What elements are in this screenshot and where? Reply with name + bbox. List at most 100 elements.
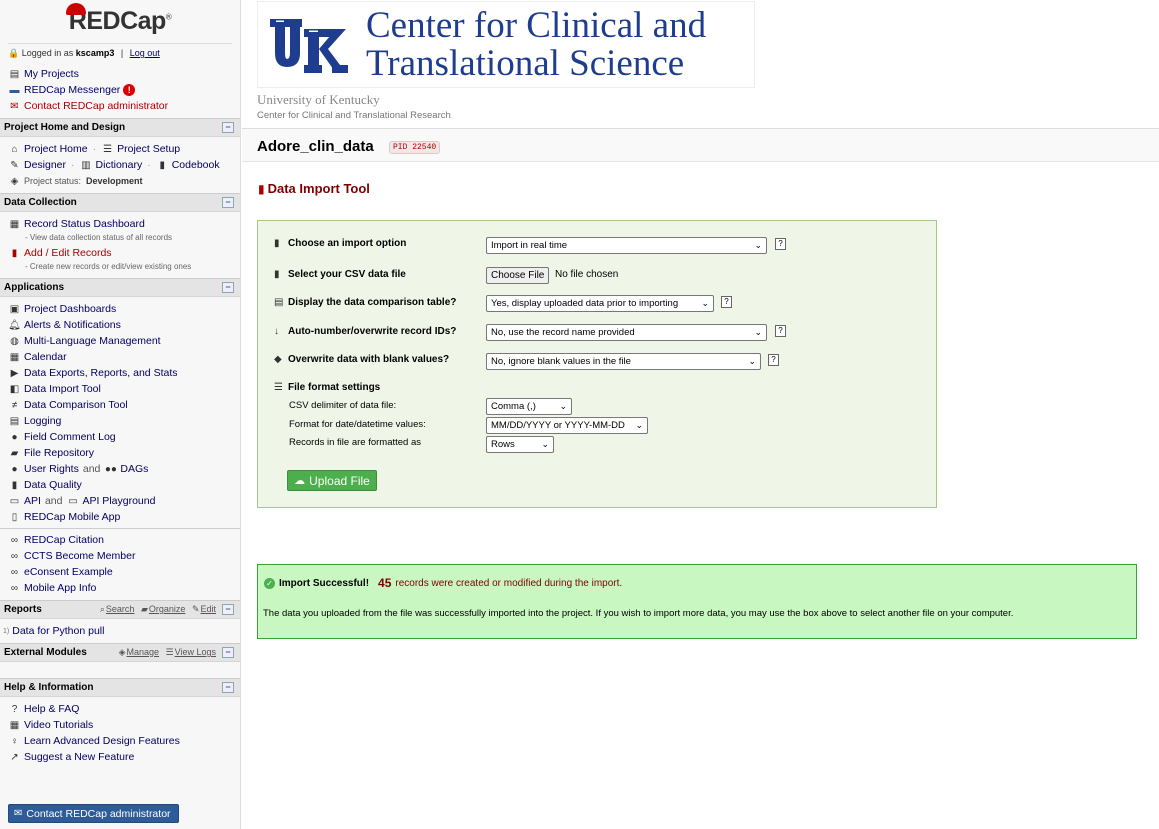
calendar-icon: ▦	[9, 351, 20, 363]
edit-icon: ✎	[10, 159, 19, 171]
autonumber-select[interactable]: No, use the record name provided ⌄	[486, 324, 767, 341]
messenger-alert-badge: !	[123, 84, 136, 96]
file-csv-icon: ▮	[274, 269, 280, 280]
section-data-collection: Data Collection −	[0, 193, 240, 212]
advanced-design-link[interactable]: ♀ Learn Advanced Design Features	[0, 733, 240, 749]
chevron-down-icon: ⌄	[541, 439, 549, 449]
section-external-modules: External Modules ◈Manage ☰View Logs −	[0, 643, 240, 662]
api-playground-link[interactable]: API Playground	[82, 495, 155, 507]
institution-banner: Center for Clinical and Translational Sc…	[257, 1, 755, 88]
upload-file-button[interactable]: ☁ Upload File	[287, 470, 377, 491]
reports-edit-link[interactable]: Edit	[200, 604, 216, 614]
designer-link[interactable]: Designer	[24, 159, 66, 171]
project-home-link[interactable]: Project Home	[24, 143, 88, 155]
record-status-dashboard-link[interactable]: ▦ Record Status Dashboard	[0, 216, 240, 232]
app-multilanguage[interactable]: ◍ Multi-Language Management	[0, 333, 240, 349]
app-data-import[interactable]: ◧ Data Import Tool	[0, 381, 240, 397]
file-import-icon: ◧	[9, 383, 20, 395]
comparison-table-select[interactable]: Yes, display uploaded data prior to impo…	[486, 295, 714, 312]
project-title: Adore_clin_data	[257, 138, 374, 155]
clipboard-check-icon: ▮	[11, 479, 18, 491]
choose-file-button[interactable]: Choose File	[486, 267, 550, 284]
reports-search-link[interactable]: Search	[106, 604, 135, 614]
question-circle-icon: ?	[11, 703, 18, 715]
help-faq-link[interactable]: ? Help & FAQ	[0, 701, 240, 717]
app-logging[interactable]: ▤ Logging	[0, 413, 240, 429]
chevron-down-icon: ⌄	[754, 240, 762, 250]
link-citation[interactable]: ∞ REDCap Citation	[0, 532, 240, 548]
lightbulb-icon: ♀	[10, 735, 19, 747]
app-alerts[interactable]: 🔔︎ Alerts & Notifications	[0, 317, 240, 333]
folder-icon: ▰	[140, 604, 148, 614]
report-item[interactable]: 1) Data for Python pull	[0, 623, 240, 639]
modules-manage-link[interactable]: Manage	[127, 647, 160, 657]
app-data-quality[interactable]: ▮ Data Quality	[0, 477, 240, 493]
import-option-select[interactable]: Import in real time ⌄	[486, 237, 767, 254]
reports-organize-link[interactable]: Organize	[149, 604, 186, 614]
video-tutorials-link[interactable]: ▦ Video Tutorials	[0, 717, 240, 733]
date-format-select[interactable]: MM/DD/YYYY or YYYY-MM-DD ⌄	[486, 417, 648, 434]
pencil-icon: ✎	[191, 604, 200, 614]
codebook-link[interactable]: Codebook	[172, 159, 220, 171]
list-icon: ☰	[165, 647, 174, 657]
app-data-comparison[interactable]: ≠ Data Comparison Tool	[0, 397, 240, 413]
link-icon: ∞	[10, 534, 19, 546]
redcap-logo[interactable]: REDCap®	[8, 0, 232, 44]
check-circle-icon: ✓	[264, 577, 275, 589]
not-equal-icon: ≠	[11, 399, 18, 411]
app-file-repository[interactable]: ▰ File Repository	[0, 445, 240, 461]
help-icon[interactable]: ?	[768, 354, 779, 366]
app-calendar[interactable]: ▦ Calendar	[0, 349, 240, 365]
link-ccts-member[interactable]: ∞ CCTS Become Member	[0, 548, 240, 564]
help-icon[interactable]: ?	[775, 238, 786, 250]
link-icon: ∞	[10, 550, 19, 562]
collapse-button[interactable]: −	[222, 122, 234, 133]
dictionary-link[interactable]: Dictionary	[96, 159, 143, 171]
logout-link[interactable]: Log out	[130, 48, 160, 58]
collapse-button[interactable]: −	[222, 647, 234, 658]
link-icon: ∞	[10, 582, 19, 594]
link-mobile-app-info[interactable]: ∞ Mobile App Info	[0, 580, 240, 596]
app-data-exports[interactable]: ▶ Data Exports, Reports, and Stats	[0, 365, 240, 381]
chevron-down-icon: ⌄	[635, 420, 643, 430]
project-setup-link[interactable]: Project Setup	[117, 143, 180, 155]
collapse-button[interactable]: −	[222, 282, 234, 293]
help-icon[interactable]: ?	[721, 296, 732, 308]
users-icon: ●●	[104, 463, 117, 475]
modules-view-logs-link[interactable]: View Logs	[175, 647, 216, 657]
project-status-value: Development	[86, 176, 143, 186]
search-icon: ⌕	[99, 604, 105, 614]
project-home-row: ⌂ Project Home · ☰ Project Setup	[0, 141, 240, 157]
overwrite-blank-select[interactable]: No, ignore blank values in the file ⌄	[486, 353, 761, 370]
film-icon: ▦	[9, 719, 20, 731]
records-format-select[interactable]: Rows ⌄	[486, 436, 554, 453]
collapse-button[interactable]: −	[222, 604, 234, 615]
app-mobile-app[interactable]: ▯ REDCap Mobile App	[0, 509, 240, 525]
contact-admin-link[interactable]: ✉ Contact REDCap administrator	[0, 98, 240, 114]
help-icon[interactable]: ?	[775, 325, 786, 337]
api-link[interactable]: API	[24, 495, 41, 507]
import-success-message: ✓ Import Successful! 45 records were cre…	[257, 564, 1137, 639]
app-field-comment-log[interactable]: ● Field Comment Log	[0, 429, 240, 445]
app-project-dashboards[interactable]: ▣ Project Dashboards	[0, 301, 240, 317]
table-icon: ▤	[274, 297, 284, 308]
api-row: ▭ API and ▭ API Playground	[9, 495, 156, 507]
chevron-down-icon: ⌄	[559, 401, 567, 411]
user-rights-link[interactable]: User Rights	[24, 463, 79, 475]
delimiter-select[interactable]: Comma (,) ⌄	[486, 398, 572, 415]
my-projects-link[interactable]: ▤ My Projects	[0, 66, 240, 82]
records-count: 45	[378, 576, 392, 590]
file-import-icon: ▮	[258, 181, 265, 196]
contact-admin-button[interactable]: ✉ Contact REDCap administrator	[8, 804, 179, 823]
dags-link[interactable]: DAGs	[120, 463, 148, 475]
suggest-feature-link[interactable]: ↗ Suggest a New Feature	[0, 749, 240, 765]
globe-icon: ◍	[10, 335, 19, 347]
add-edit-records-link[interactable]: ▮ Add / Edit Records	[0, 245, 240, 261]
sliders-icon: ☰	[274, 382, 283, 393]
file-edit-icon: ▮	[11, 247, 18, 259]
collapse-button[interactable]: −	[222, 682, 234, 693]
collapse-button[interactable]: −	[222, 197, 234, 208]
link-econsent[interactable]: ∞ eConsent Example	[0, 564, 240, 580]
messenger-link[interactable]: ▬ REDCap Messenger !	[0, 82, 240, 98]
logo-hat-icon	[65, 3, 86, 15]
